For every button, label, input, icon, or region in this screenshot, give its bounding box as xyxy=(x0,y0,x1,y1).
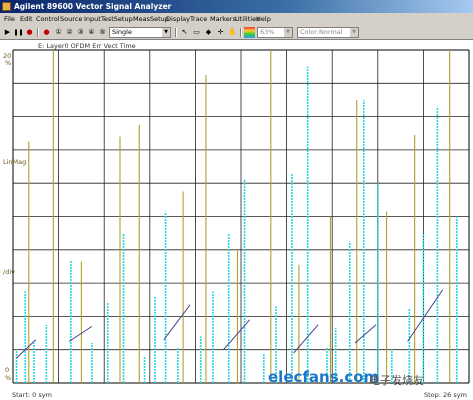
trace-ramp xyxy=(16,339,37,359)
trace-title: E: Layer0 OFDM Err Vect Time xyxy=(38,42,136,50)
y-top-unit: % xyxy=(5,59,12,67)
y-per-div: /div xyxy=(3,268,15,276)
trace-ramp xyxy=(354,324,377,344)
y-bottom-unit: % xyxy=(5,374,12,382)
trace-ramp xyxy=(293,324,319,354)
x-stop-label: Stop: 26 sym xyxy=(424,391,467,399)
trace-plot[interactable] xyxy=(0,0,473,400)
trace-ramp xyxy=(163,304,191,341)
trace-ramp xyxy=(68,325,93,342)
y-bottom-value: 0 xyxy=(5,366,10,374)
watermark-cn: 电子发烧友 xyxy=(369,374,424,387)
x-start-label: Start: 0 sym xyxy=(12,391,52,399)
watermark-brand: elecfans.com xyxy=(268,368,380,386)
trace-ramp xyxy=(223,319,251,351)
y-scale-ref: LinMag xyxy=(3,158,27,166)
